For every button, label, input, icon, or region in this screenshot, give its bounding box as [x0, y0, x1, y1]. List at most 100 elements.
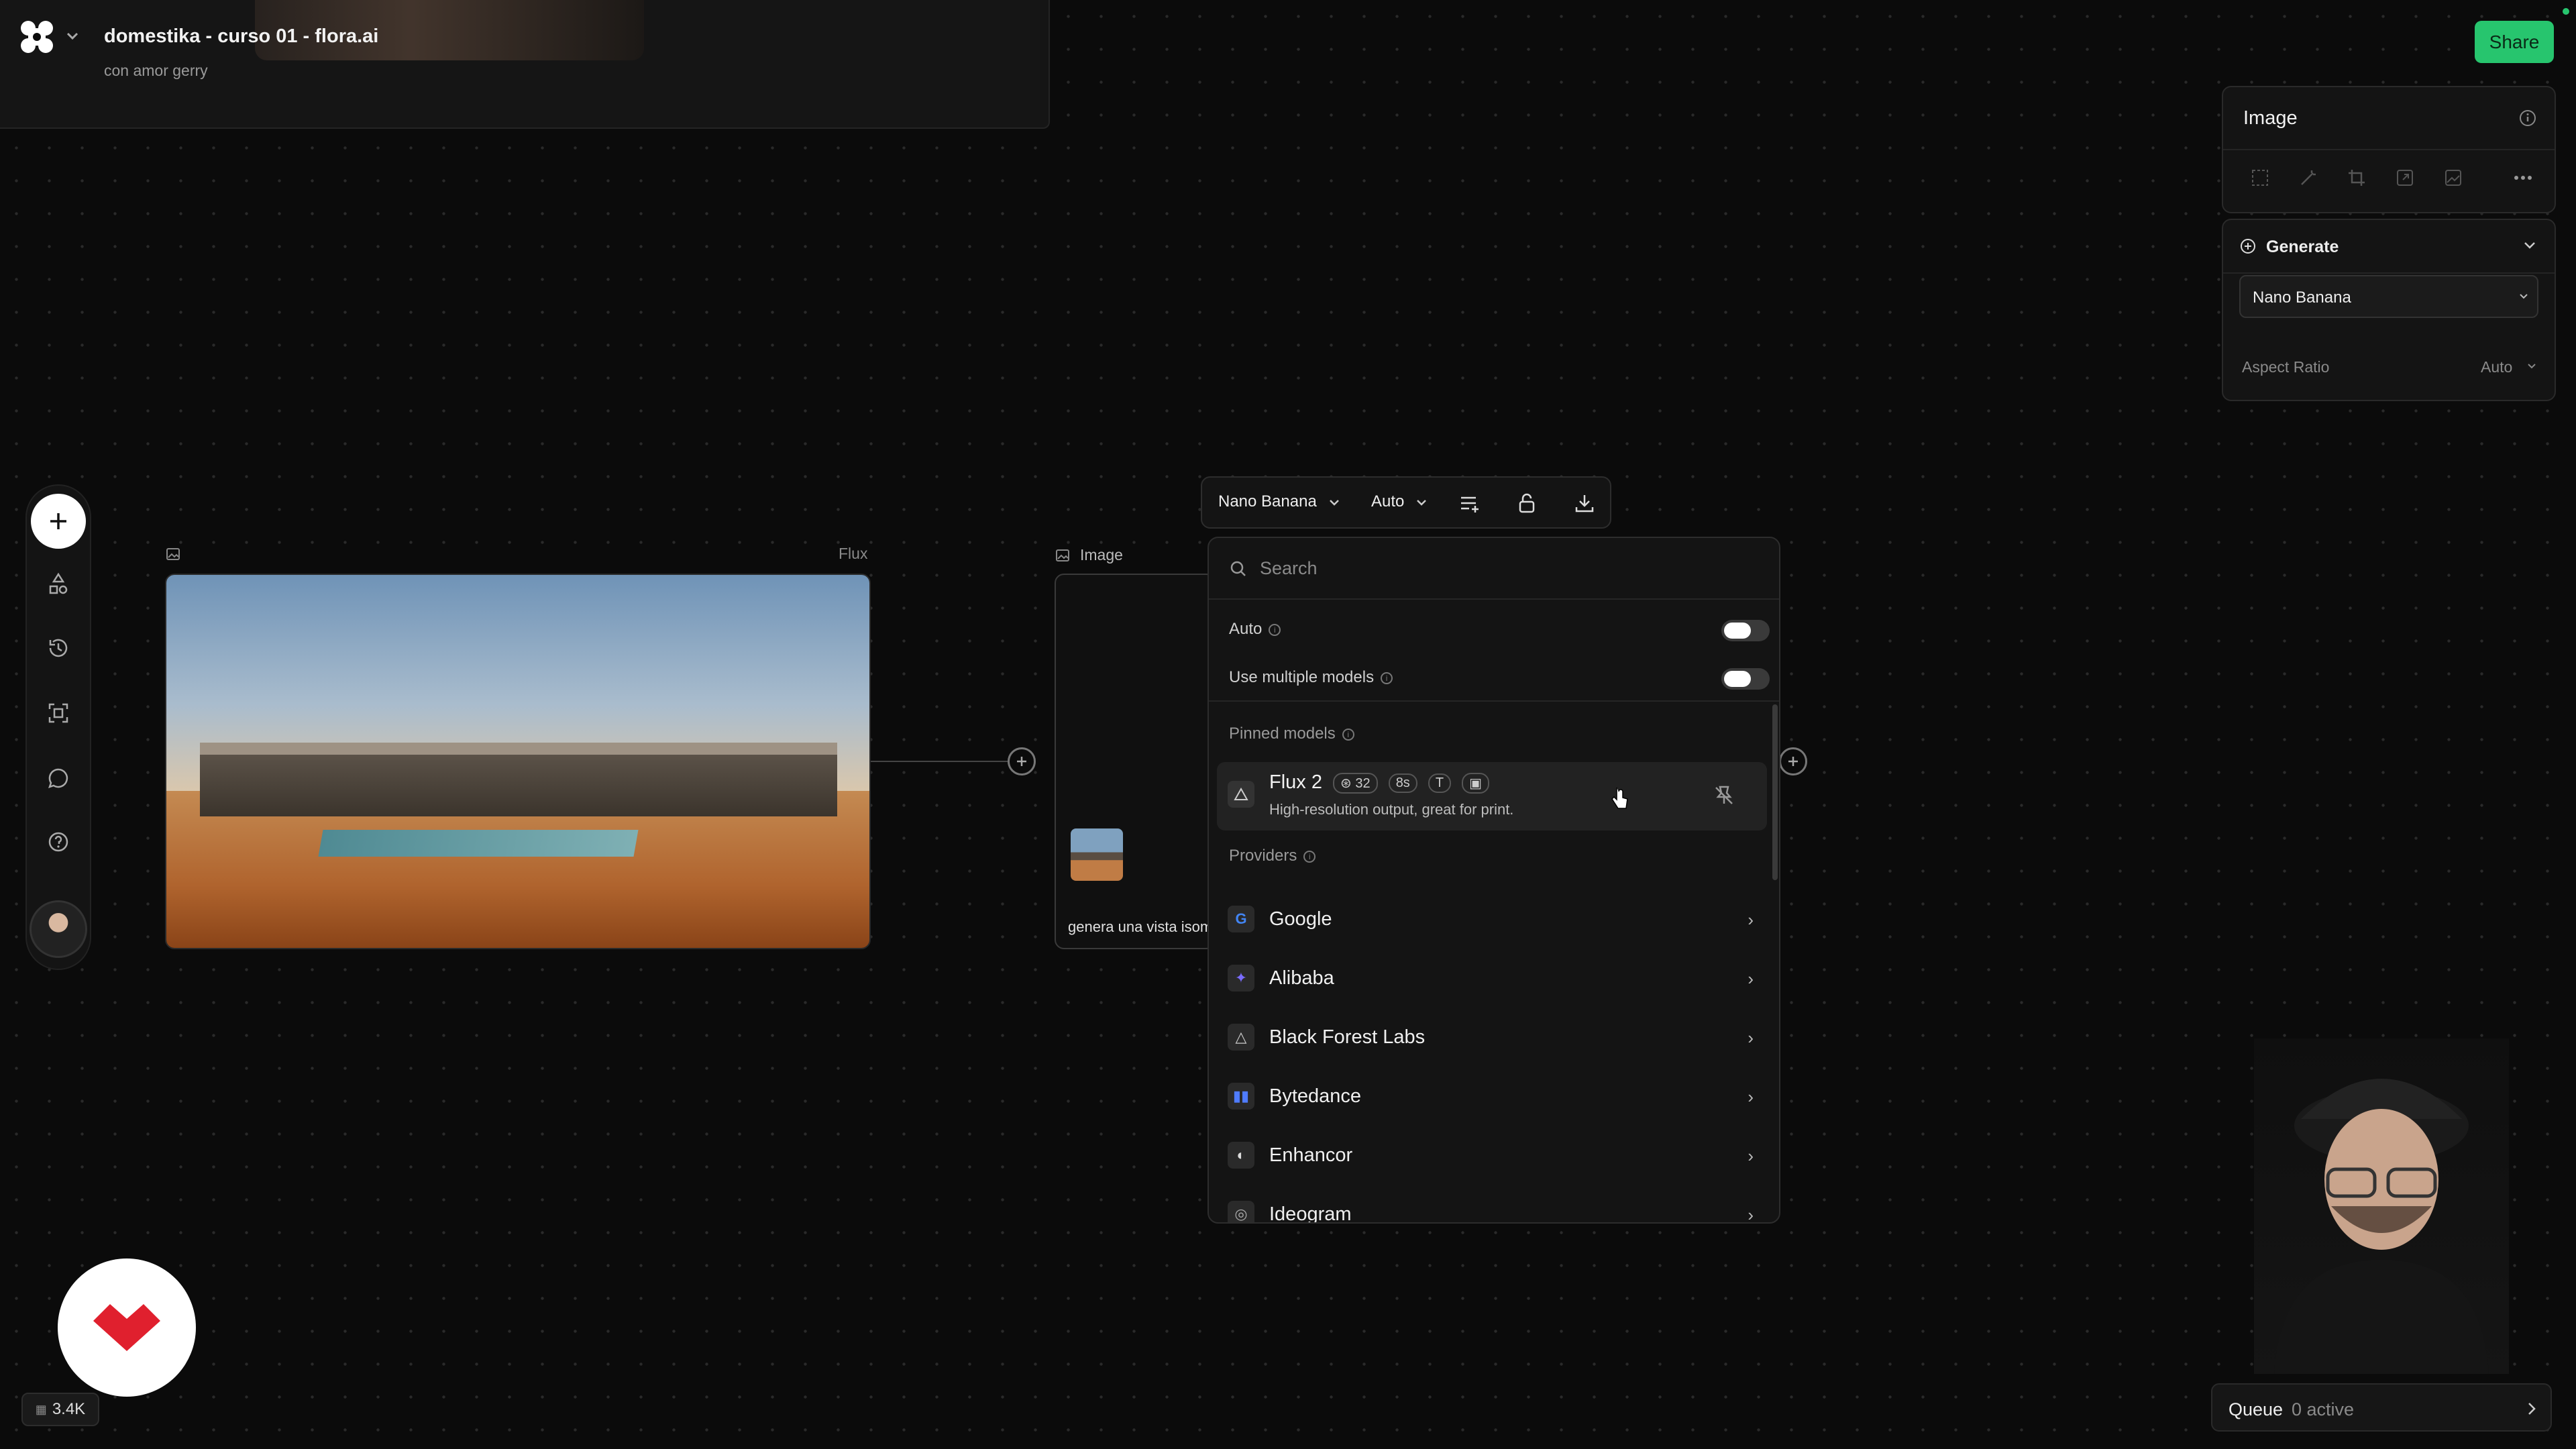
provider-name: Bytedance — [1269, 1085, 1362, 1107]
info-icon[interactable]: i — [1269, 623, 1281, 636]
select-region-icon[interactable] — [2250, 168, 2270, 188]
add-node-button[interactable] — [31, 494, 86, 549]
ideogram-logo-icon: ◎ — [1228, 1201, 1254, 1222]
model-select[interactable]: Nano Banana — [1218, 492, 1317, 511]
provider-black-forest-labs[interactable]: △ Black Forest Labs › — [1209, 1009, 1779, 1067]
node-model-label: Flux — [839, 545, 868, 562]
more-options-icon[interactable] — [2513, 174, 2533, 181]
provider-name: Black Forest Labs — [1269, 1026, 1426, 1048]
chevron-down-icon — [2518, 292, 2529, 301]
chevron-down-icon[interactable] — [2526, 362, 2537, 370]
auto-label: Auto — [1229, 620, 1263, 638]
info-icon[interactable]: i — [1303, 850, 1316, 863]
node-connector — [871, 761, 1022, 762]
provider-name: Enhancor — [1269, 1144, 1353, 1166]
unlock-icon[interactable] — [1515, 491, 1539, 515]
chevron-down-icon[interactable] — [1415, 498, 1428, 507]
dropdown-scrollbar[interactable] — [1772, 704, 1778, 880]
chevron-right-icon: › — [1748, 969, 1754, 989]
remove-background-icon[interactable] — [2443, 168, 2463, 188]
chevron-down-icon[interactable] — [2522, 240, 2537, 251]
enhancor-logo-icon: ◐ — [1228, 1142, 1254, 1169]
image-node-icon — [1055, 547, 1071, 564]
reference-thumbnail[interactable] — [1071, 828, 1123, 881]
model-dropdown[interactable]: Nano Banana — [2239, 275, 2538, 318]
image-node[interactable]: genera una vista isom — [1055, 574, 1216, 949]
shapes-icon[interactable] — [42, 567, 75, 600]
multiple-models-toggle[interactable] — [1721, 668, 1770, 690]
project-subtitle: con amor gerry — [104, 62, 208, 79]
add-connection-button[interactable] — [1779, 747, 1807, 775]
search-input[interactable]: Search — [1260, 558, 1318, 579]
aspect-ratio-value[interactable]: Auto — [2481, 358, 2512, 376]
cursor-pointer-icon — [1610, 786, 1629, 810]
multiple-models-row: Use multiple models i — [1209, 653, 1779, 702]
text-input-badge: T — [1428, 773, 1452, 793]
chevron-down-icon[interactable] — [64, 30, 80, 43]
project-title[interactable]: domestika - curso 01 - flora.ai — [104, 25, 378, 48]
unpin-icon[interactable] — [1712, 784, 1736, 808]
pinned-model-description: High-resolution output, great for print. — [1269, 801, 1514, 818]
crop-icon[interactable] — [2347, 168, 2367, 188]
search-icon — [1229, 559, 1248, 578]
node-model-toolbar: Nano Banana Auto — [1201, 476, 1611, 529]
expand-icon[interactable] — [2395, 168, 2415, 188]
queue-status: 0 active — [2292, 1399, 2355, 1419]
settings-sliders-icon[interactable] — [1457, 491, 1481, 515]
chevron-down-icon[interactable] — [1328, 498, 1340, 507]
aspect-select[interactable]: Auto — [1371, 492, 1404, 511]
element-count-badge[interactable]: ▦ 3.4K — [21, 1393, 99, 1426]
image-node-icon — [165, 546, 181, 562]
bytedance-logo-icon: ▮▮ — [1228, 1083, 1254, 1110]
google-logo-icon: G — [1228, 906, 1254, 932]
pinned-model-name: Flux 2 — [1269, 771, 1322, 793]
presenter-webcam — [2254, 1038, 2509, 1374]
generate-heading[interactable]: Generate — [2266, 237, 2339, 257]
queue-bar[interactable]: Queue 0 active — [2211, 1383, 2552, 1432]
provider-ideogram[interactable]: ◎ Ideogram › — [1209, 1186, 1779, 1224]
history-icon[interactable] — [42, 631, 75, 665]
model-search[interactable]: Search — [1209, 538, 1779, 600]
provider-google[interactable]: G Google › — [1209, 891, 1779, 949]
domestika-logo — [58, 1258, 196, 1397]
provider-enhancor[interactable]: ◐ Enhancor › — [1209, 1127, 1779, 1185]
provider-bytedance[interactable]: ▮▮ Bytedance › — [1209, 1068, 1779, 1126]
chat-icon[interactable] — [42, 761, 75, 795]
auto-row: Auto i — [1209, 605, 1779, 653]
providers-heading: Providers — [1229, 847, 1297, 865]
chevron-right-icon — [2526, 1401, 2537, 1417]
user-avatar[interactable] — [30, 900, 87, 958]
bfl-logo-icon — [1228, 781, 1254, 808]
aspect-ratio-label: Aspect Ratio — [2242, 358, 2330, 376]
online-indicator — [2563, 8, 2569, 15]
add-connection-button[interactable] — [1008, 747, 1036, 775]
bfl-logo-icon: △ — [1228, 1024, 1254, 1051]
flora-logo-icon[interactable] — [20, 20, 54, 54]
queue-label: Queue — [2229, 1399, 2284, 1419]
provider-alibaba[interactable]: ✦ Alibaba › — [1209, 950, 1779, 1008]
help-icon[interactable] — [42, 825, 75, 859]
magic-wand-icon[interactable] — [2298, 168, 2318, 188]
generate-icon — [2239, 237, 2257, 255]
focus-frame-icon[interactable] — [42, 696, 75, 730]
time-badge: 8s — [1388, 773, 1417, 793]
image-input-icon: ▣ — [1462, 772, 1490, 794]
share-button[interactable]: Share — [2475, 21, 2554, 63]
panel-title: Image — [2243, 107, 2298, 129]
pinned-heading: Pinned models — [1229, 724, 1336, 743]
info-icon[interactable]: i — [1342, 728, 1354, 741]
node-label: Image — [1080, 546, 1123, 564]
node-prompt: genera una vista isom — [1068, 918, 1213, 935]
download-icon[interactable] — [1572, 491, 1597, 515]
provider-name: Alibaba — [1269, 967, 1334, 989]
generated-image-node[interactable] — [165, 574, 871, 949]
pinned-model-flux-2[interactable]: Flux 2 ⊛ 32 8s T ▣ High-resolution outpu… — [1217, 762, 1767, 830]
credits-badge: ⊛ 32 — [1333, 772, 1378, 794]
info-icon[interactable]: i — [1381, 672, 1393, 684]
provider-name: Ideogram — [1269, 1203, 1352, 1224]
auto-toggle[interactable] — [1721, 620, 1770, 641]
chevron-right-icon: › — [1748, 910, 1754, 930]
multiple-models-label: Use multiple models — [1229, 668, 1375, 686]
chevron-right-icon: › — [1748, 1087, 1754, 1107]
info-icon[interactable] — [2518, 109, 2537, 127]
